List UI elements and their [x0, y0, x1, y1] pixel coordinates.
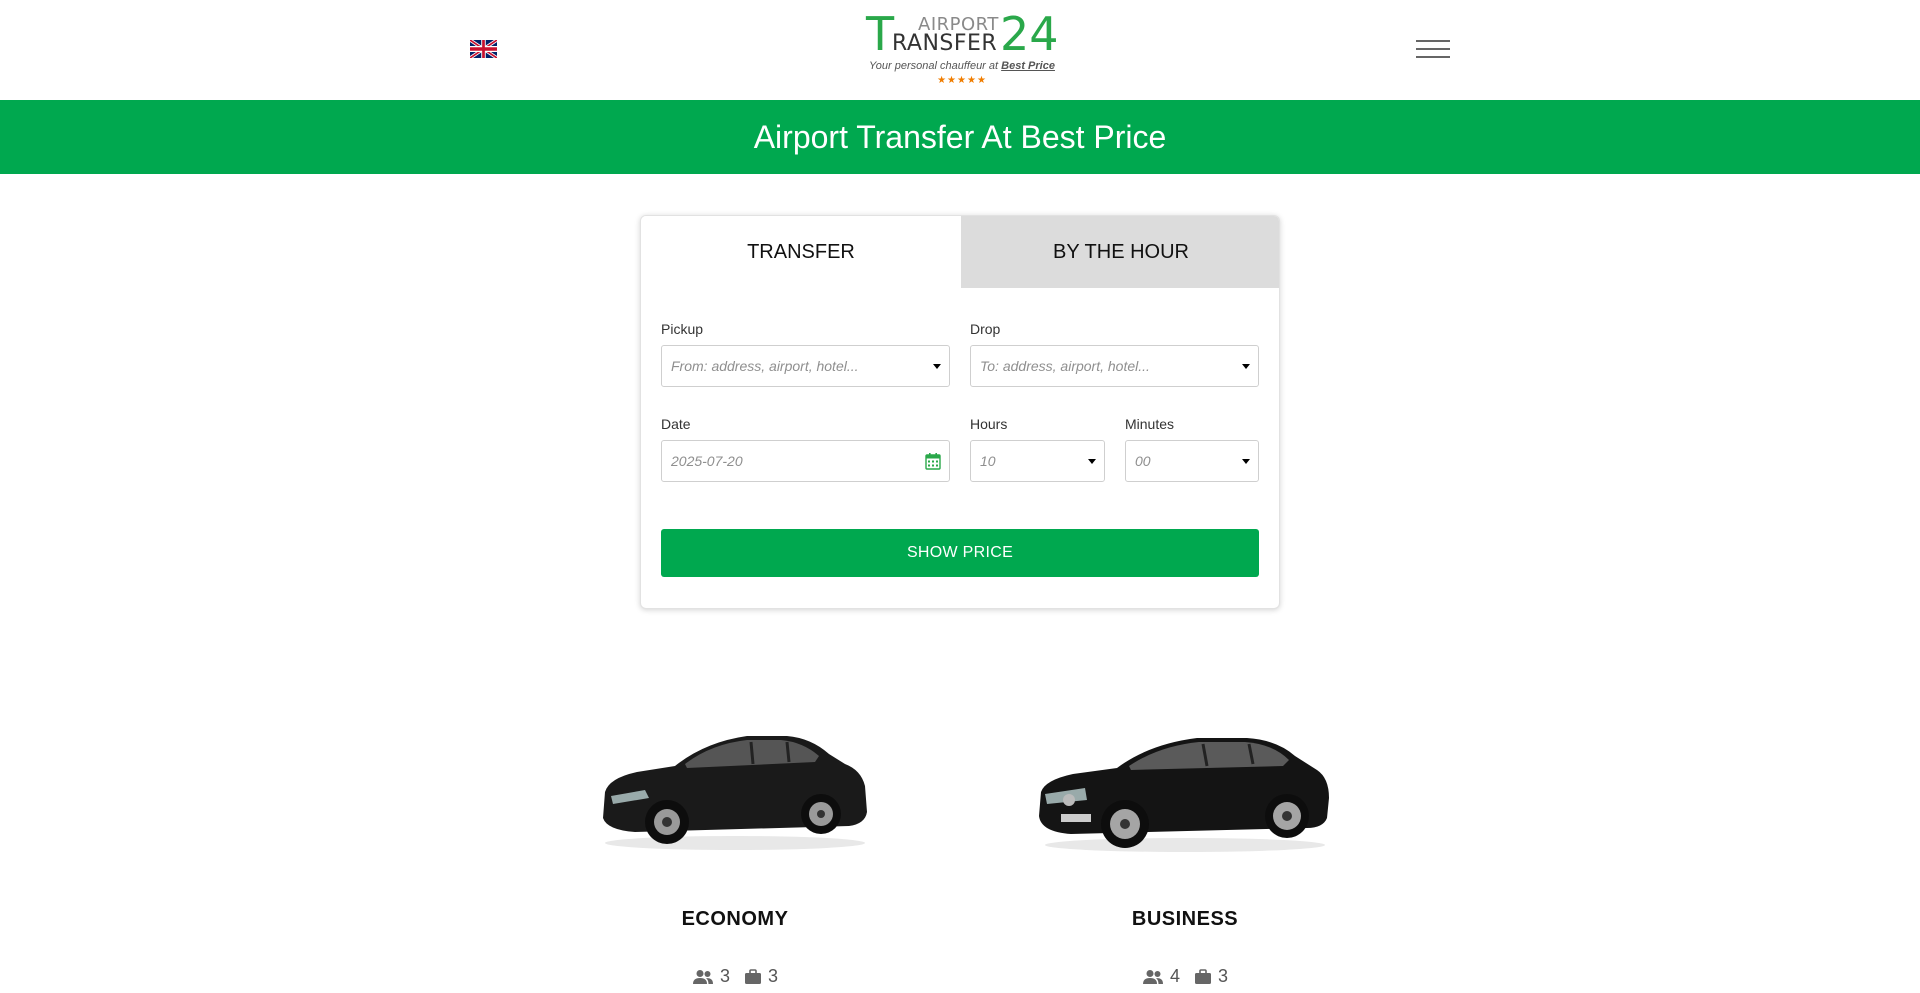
tab-by-the-hour[interactable]: BY THE HOUR [961, 216, 1279, 288]
tab-transfer[interactable]: TRANSFER [641, 216, 961, 288]
date-label: Date [661, 416, 691, 432]
economy-car-image [603, 736, 867, 850]
calendar-icon[interactable] [925, 452, 941, 470]
vehicle-capacity: 4 3 [1025, 966, 1345, 987]
passengers-icon [692, 969, 713, 984]
passenger-count: 4 [1169, 966, 1180, 986]
uk-flag-icon[interactable] [470, 40, 497, 58]
hamburger-menu-icon[interactable] [1416, 38, 1450, 60]
vehicle-card-business[interactable]: BUSINESS 4 3 [1025, 700, 1345, 993]
show-price-button[interactable]: SHOW PRICE [661, 529, 1259, 577]
chevron-down-icon [1088, 459, 1096, 464]
vehicle-card-economy[interactable]: ECONOMY 3 3 [575, 700, 895, 993]
hours-select[interactable]: 10 [970, 440, 1105, 482]
chevron-down-icon [1242, 459, 1250, 464]
luggage-count: 3 [1218, 966, 1229, 986]
passengers-icon [1142, 969, 1163, 984]
chevron-down-icon [1242, 364, 1250, 369]
luggage-count: 3 [768, 966, 779, 986]
passenger-count: 3 [719, 966, 730, 986]
minutes-label: Minutes [1125, 416, 1175, 432]
pickup-select[interactable]: From: address, airport, hotel... [661, 345, 950, 387]
minutes-select[interactable]: 00 [1125, 440, 1259, 482]
vehicle-name: BUSINESS [1131, 908, 1239, 930]
pickup-label: Pickup [661, 321, 704, 337]
logo-transfer-text: RANSFER [892, 31, 998, 56]
site-header: T AIRPORT RANSFER 24 Your personal chauf… [0, 0, 1920, 100]
luggage-icon [1195, 968, 1211, 984]
logo-number: 24 [1000, 7, 1059, 61]
business-car-image [1039, 738, 1329, 852]
logo-t-letter: T [866, 7, 895, 61]
drop-select[interactable]: To: address, airport, hotel... [970, 345, 1259, 387]
hours-value: 10 [980, 453, 996, 469]
page-title: Airport Transfer At Best Price [753, 118, 1167, 155]
booking-tabs: TRANSFER BY THE HOUR [641, 216, 1279, 288]
drop-label: Drop [970, 321, 1001, 337]
date-value: 2025-07-20 [671, 453, 743, 469]
rating-stars: ★★★★★ [937, 75, 987, 86]
logo-tagline-prefix: Your personal chauffeur at [869, 60, 1002, 72]
luggage-icon [745, 968, 761, 984]
date-input[interactable]: 2025-07-20 [661, 440, 950, 482]
minutes-value: 00 [1135, 453, 1151, 469]
chevron-down-icon [933, 364, 941, 369]
booking-form: TRANSFER BY THE HOUR Pickup From: addres… [640, 215, 1280, 609]
drop-placeholder: To: address, airport, hotel... [980, 358, 1150, 374]
vehicle-name: ECONOMY [681, 908, 789, 930]
pickup-placeholder: From: address, airport, hotel... [671, 358, 859, 374]
logo-tagline-emphasis: Best Price [1001, 60, 1055, 72]
hours-label: Hours [970, 416, 1008, 432]
vehicle-capacity: 3 3 [575, 966, 895, 987]
hero-banner: Airport Transfer At Best Price [0, 100, 1920, 174]
logo-tagline: Your personal chauffeur at Best Price [864, 60, 1060, 72]
site-logo[interactable]: T AIRPORT RANSFER 24 Your personal chauf… [864, 7, 1060, 90]
